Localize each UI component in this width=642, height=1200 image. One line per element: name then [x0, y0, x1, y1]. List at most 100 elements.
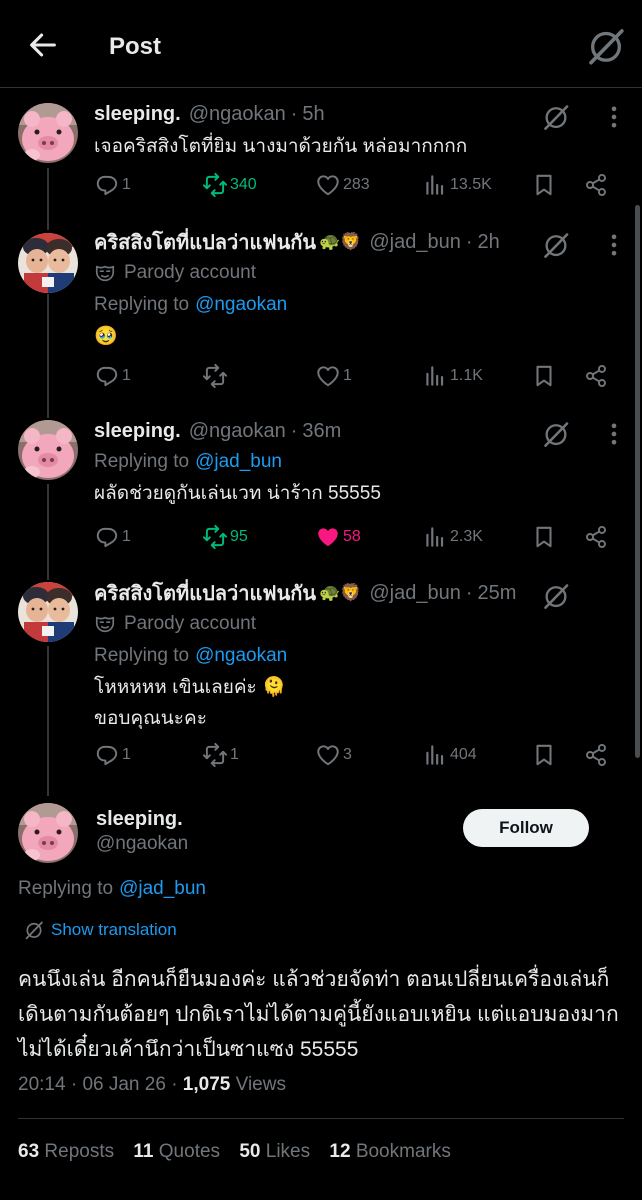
mention-link[interactable]: @jad_bun: [119, 878, 206, 899]
like-button[interactable]: 1: [315, 359, 352, 393]
like-button[interactable]: 283: [315, 168, 370, 202]
name-emoji: 🐢🦁: [319, 232, 362, 251]
repost-icon: [202, 172, 228, 198]
more-options-icon[interactable]: [604, 420, 624, 448]
bookmarks-stat[interactable]: 12 Bookmarks: [329, 1141, 450, 1162]
thread-tweet[interactable]: คริสสิงโตที่แปลว่าแฟนกัน 🐢🦁 @jad_bun · 2…: [0, 578, 642, 778]
bookmark-button[interactable]: [531, 738, 557, 772]
follow-button[interactable]: Follow: [463, 809, 589, 847]
mention-link[interactable]: @ngaokan: [195, 645, 287, 667]
bookmark-button[interactable]: [531, 520, 557, 554]
display-name[interactable]: sleeping.: [94, 420, 181, 443]
reply-icon: [94, 172, 120, 198]
quotes-stat[interactable]: 11 Quotes: [133, 1141, 220, 1162]
views-count: 13.5K: [450, 176, 492, 193]
repost-button[interactable]: 95: [202, 520, 248, 554]
bookmarks-label: Bookmarks: [355, 1141, 451, 1162]
reply-icon: [94, 363, 120, 389]
display-name[interactable]: คริสสิงโตที่แปลว่าแฟนกัน: [94, 577, 316, 609]
grok-icon[interactable]: [542, 420, 570, 448]
parody-text: Parody account: [124, 262, 257, 283]
avatar[interactable]: [18, 233, 78, 293]
bookmark-button[interactable]: [531, 168, 557, 202]
avatar[interactable]: [18, 582, 78, 642]
bookmark-icon: [531, 524, 557, 550]
views-button[interactable]: 13.5K: [422, 168, 492, 202]
thread-tweet[interactable]: sleeping. @ngaokan · 5h เจอคริสสิงโตที่ย…: [0, 96, 642, 216]
views-icon: [422, 172, 448, 198]
handle[interactable]: @jad_bun: [369, 231, 460, 254]
display-name[interactable]: sleeping.: [94, 103, 181, 126]
handle[interactable]: @jad_bun: [369, 582, 460, 605]
reply-button[interactable]: 1: [94, 168, 131, 202]
separator-dot: ·: [465, 581, 473, 604]
thread-tweet[interactable]: คริสสิงโตที่แปลว่าแฟนกัน 🐢🦁 @jad_bun · 2…: [0, 226, 642, 406]
share-button[interactable]: [583, 738, 609, 772]
separator-dot: ·: [290, 419, 298, 442]
show-translation-button[interactable]: Show translation: [24, 917, 177, 943]
like-count: 58: [343, 528, 361, 545]
reposts-stat[interactable]: 63 Reposts: [18, 1141, 114, 1162]
scrollbar[interactable]: [635, 205, 640, 758]
bookmark-icon: [531, 742, 557, 768]
bookmark-button[interactable]: [531, 359, 557, 393]
avatar[interactable]: [18, 420, 78, 480]
views-count: 1,075: [182, 1074, 231, 1095]
likes-label: Likes: [265, 1141, 311, 1162]
repost-count: 95: [230, 528, 248, 545]
grok-icon[interactable]: [542, 103, 570, 131]
views-button[interactable]: 2.3K: [422, 520, 483, 554]
share-button[interactable]: [583, 520, 609, 554]
mention-link[interactable]: @ngaokan: [195, 294, 287, 316]
views-button[interactable]: 404: [422, 738, 477, 772]
main-display-name[interactable]: sleeping.: [96, 808, 183, 831]
mention-link[interactable]: @jad_bun: [195, 451, 282, 473]
thread-tweet[interactable]: sleeping. @ngaokan · 36m Replying to @jad…: [0, 416, 642, 566]
share-button[interactable]: [583, 168, 609, 202]
main-avatar[interactable]: [18, 803, 78, 863]
separator-dot: ·: [465, 230, 473, 253]
separator-dot: ·: [171, 1074, 183, 1095]
main-handle[interactable]: @ngaokan: [96, 833, 188, 855]
like-button[interactable]: 3: [315, 738, 352, 772]
more-options-icon[interactable]: [604, 103, 624, 131]
separator-dot: ·: [290, 102, 298, 125]
reply-button[interactable]: 1: [94, 520, 131, 554]
reposts-count: 63: [18, 1141, 40, 1162]
post-time[interactable]: 20:14: [18, 1074, 66, 1095]
views-label: Views: [235, 1074, 286, 1095]
tweet-actions: 1 95 58 2.3K: [94, 520, 622, 554]
grok-icon: [24, 920, 44, 940]
likes-stat[interactable]: 50 Likes: [239, 1141, 310, 1162]
reply-button[interactable]: 1: [94, 738, 131, 772]
repost-icon: [202, 742, 228, 768]
repost-button[interactable]: [202, 359, 230, 393]
timestamp[interactable]: 36m: [302, 420, 341, 443]
like-button[interactable]: 58: [315, 520, 361, 554]
replying-to-label: Replying to: [94, 451, 190, 472]
views-button[interactable]: 1.1K: [422, 359, 483, 393]
avatar[interactable]: [18, 103, 78, 163]
replying-to-label: Replying to: [94, 645, 190, 666]
grok-icon[interactable]: [586, 26, 626, 66]
repost-button[interactable]: 1: [202, 738, 239, 772]
timestamp[interactable]: 2h: [478, 231, 500, 254]
tweet-actions: 1 1 1.1K: [94, 359, 622, 393]
main-tweet-text: คนนึงเล่น อีกคนก็ยืนมองค่ะ แล้วช่วยจัดท่…: [18, 968, 619, 1061]
post-date[interactable]: 06 Jan 26: [82, 1074, 165, 1095]
grok-icon[interactable]: [542, 582, 570, 610]
back-arrow-icon[interactable]: [26, 28, 60, 62]
timestamp[interactable]: 25m: [478, 582, 517, 605]
display-name[interactable]: คริสสิงโตที่แปลว่าแฟนกัน: [94, 226, 316, 258]
more-options-icon[interactable]: [604, 231, 624, 259]
handle[interactable]: @ngaokan: [189, 103, 286, 126]
share-button[interactable]: [583, 359, 609, 393]
reply-button[interactable]: 1: [94, 359, 131, 393]
top-bar: Post: [0, 0, 642, 88]
grok-icon[interactable]: [542, 231, 570, 259]
share-icon: [583, 363, 609, 389]
repost-button[interactable]: 340: [202, 168, 257, 202]
show-translation-label: Show translation: [51, 920, 177, 939]
handle[interactable]: @ngaokan: [189, 420, 286, 443]
timestamp[interactable]: 5h: [302, 103, 324, 126]
